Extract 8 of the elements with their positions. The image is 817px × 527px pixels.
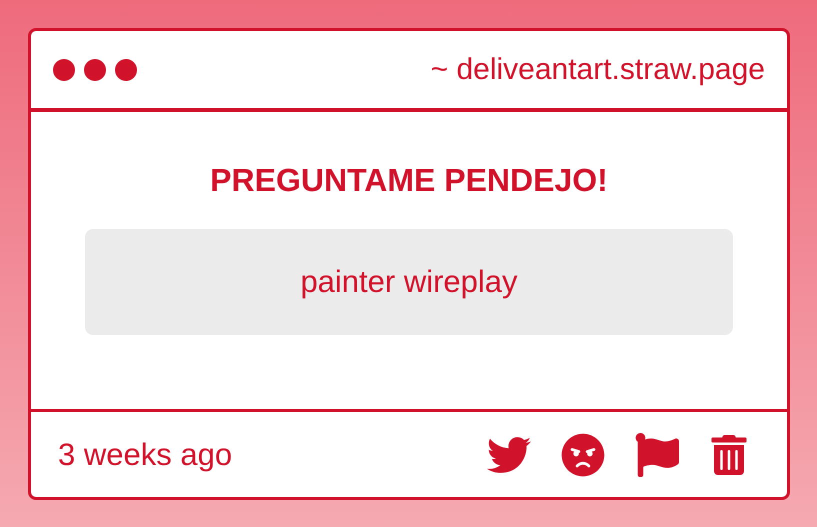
window-dots-icon: [53, 58, 137, 80]
flag-icon[interactable]: [635, 432, 679, 476]
timestamp: 3 weeks ago: [58, 436, 232, 472]
url-text: ~ deliveantart.straw.page: [430, 52, 765, 86]
trash-icon[interactable]: [709, 434, 749, 474]
angry-face-icon[interactable]: [561, 432, 605, 476]
card-title: PREGUNTAME PENDEJO!: [210, 162, 608, 199]
message-text: painter wireplay: [85, 229, 733, 335]
